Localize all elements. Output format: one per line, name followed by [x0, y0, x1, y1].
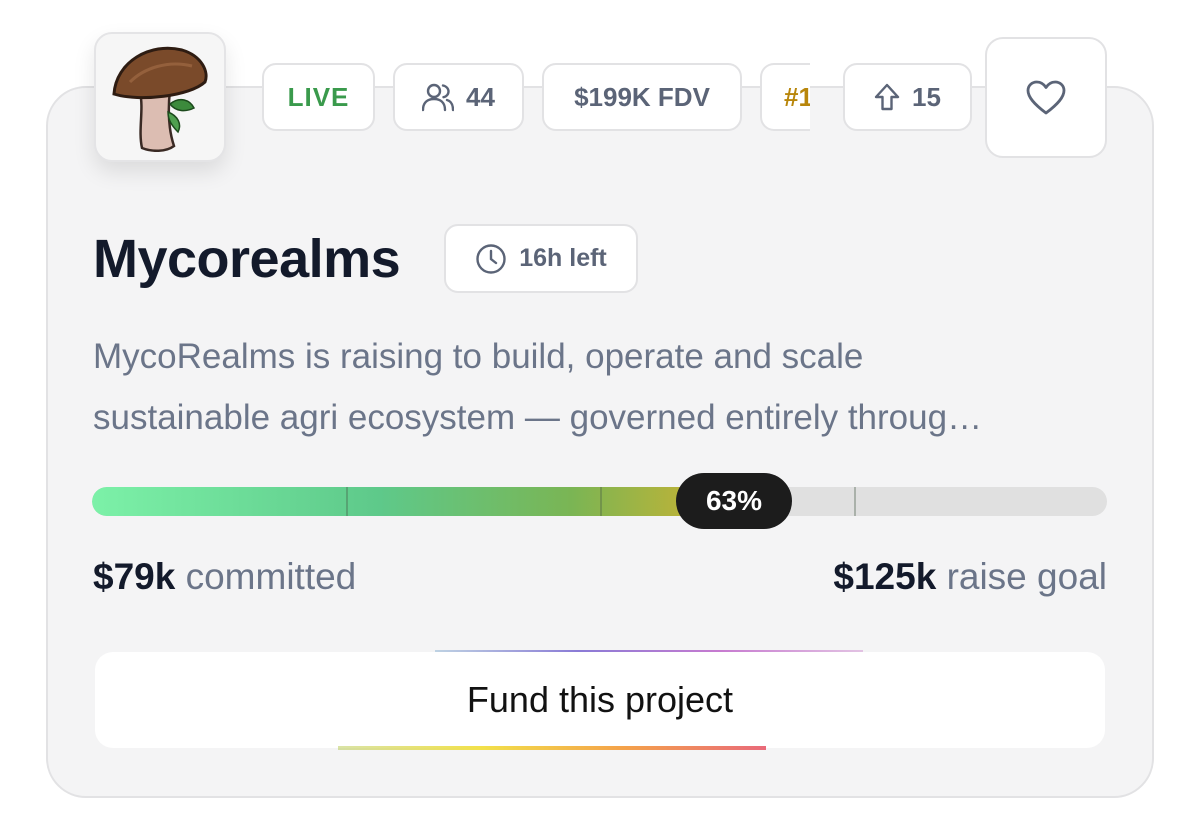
fund-button-glow-bottom [338, 746, 766, 750]
project-description: MycoRealms is raising to build, operate … [93, 326, 1113, 448]
arrow-up-icon [874, 83, 900, 111]
goal-amount: $125k [833, 556, 937, 597]
progress-tick [600, 487, 602, 516]
time-left-label: 16h left [519, 244, 607, 272]
progress-bar [92, 487, 1107, 516]
committed-label: committed [185, 556, 357, 597]
raise-goal-stat: $125k raise goal [833, 556, 1107, 598]
time-left-badge: 16h left [444, 224, 638, 293]
fdv-label: $199K FDV [574, 81, 710, 112]
goal-label: raise goal [946, 556, 1107, 597]
progress-percent-label: 63% [705, 485, 763, 516]
fund-project-button[interactable]: Fund this project [95, 652, 1105, 748]
progress-percent-badge: 63% [676, 473, 792, 529]
committed-amount: $79k [93, 556, 176, 597]
heart-icon [1026, 80, 1066, 114]
description-line-1: MycoRealms is raising to build, operate … [93, 337, 864, 376]
committed-stat: $79k committed [93, 556, 356, 598]
clock-icon [475, 243, 507, 275]
rank-badge: #1 [760, 63, 810, 131]
rank-label: #1 [784, 81, 810, 112]
participants-badge[interactable]: 44 [393, 63, 524, 131]
participants-count: 44 [466, 81, 495, 112]
upvote-count: 15 [912, 81, 941, 112]
fdv-badge: $199K FDV [542, 63, 742, 131]
description-line-2: sustainable agri ecosystem — governed en… [93, 398, 983, 437]
status-label: LIVE [287, 81, 350, 112]
users-icon [422, 82, 455, 112]
project-logo [94, 32, 226, 162]
mushroom-logo-icon [112, 46, 208, 152]
progress-tick [346, 487, 348, 516]
progress-tick [854, 487, 856, 516]
status-badge: LIVE [262, 63, 375, 131]
project-card-stage: LIVE 44 $199K FDV #1 15 Mycorealm [0, 0, 1200, 821]
favorite-button[interactable] [985, 37, 1107, 158]
progress-fill [92, 487, 732, 516]
upvote-button[interactable]: 15 [843, 63, 972, 131]
fund-button-wrapper: Fund this project [95, 650, 1105, 752]
project-title: Mycorealms [93, 229, 401, 289]
